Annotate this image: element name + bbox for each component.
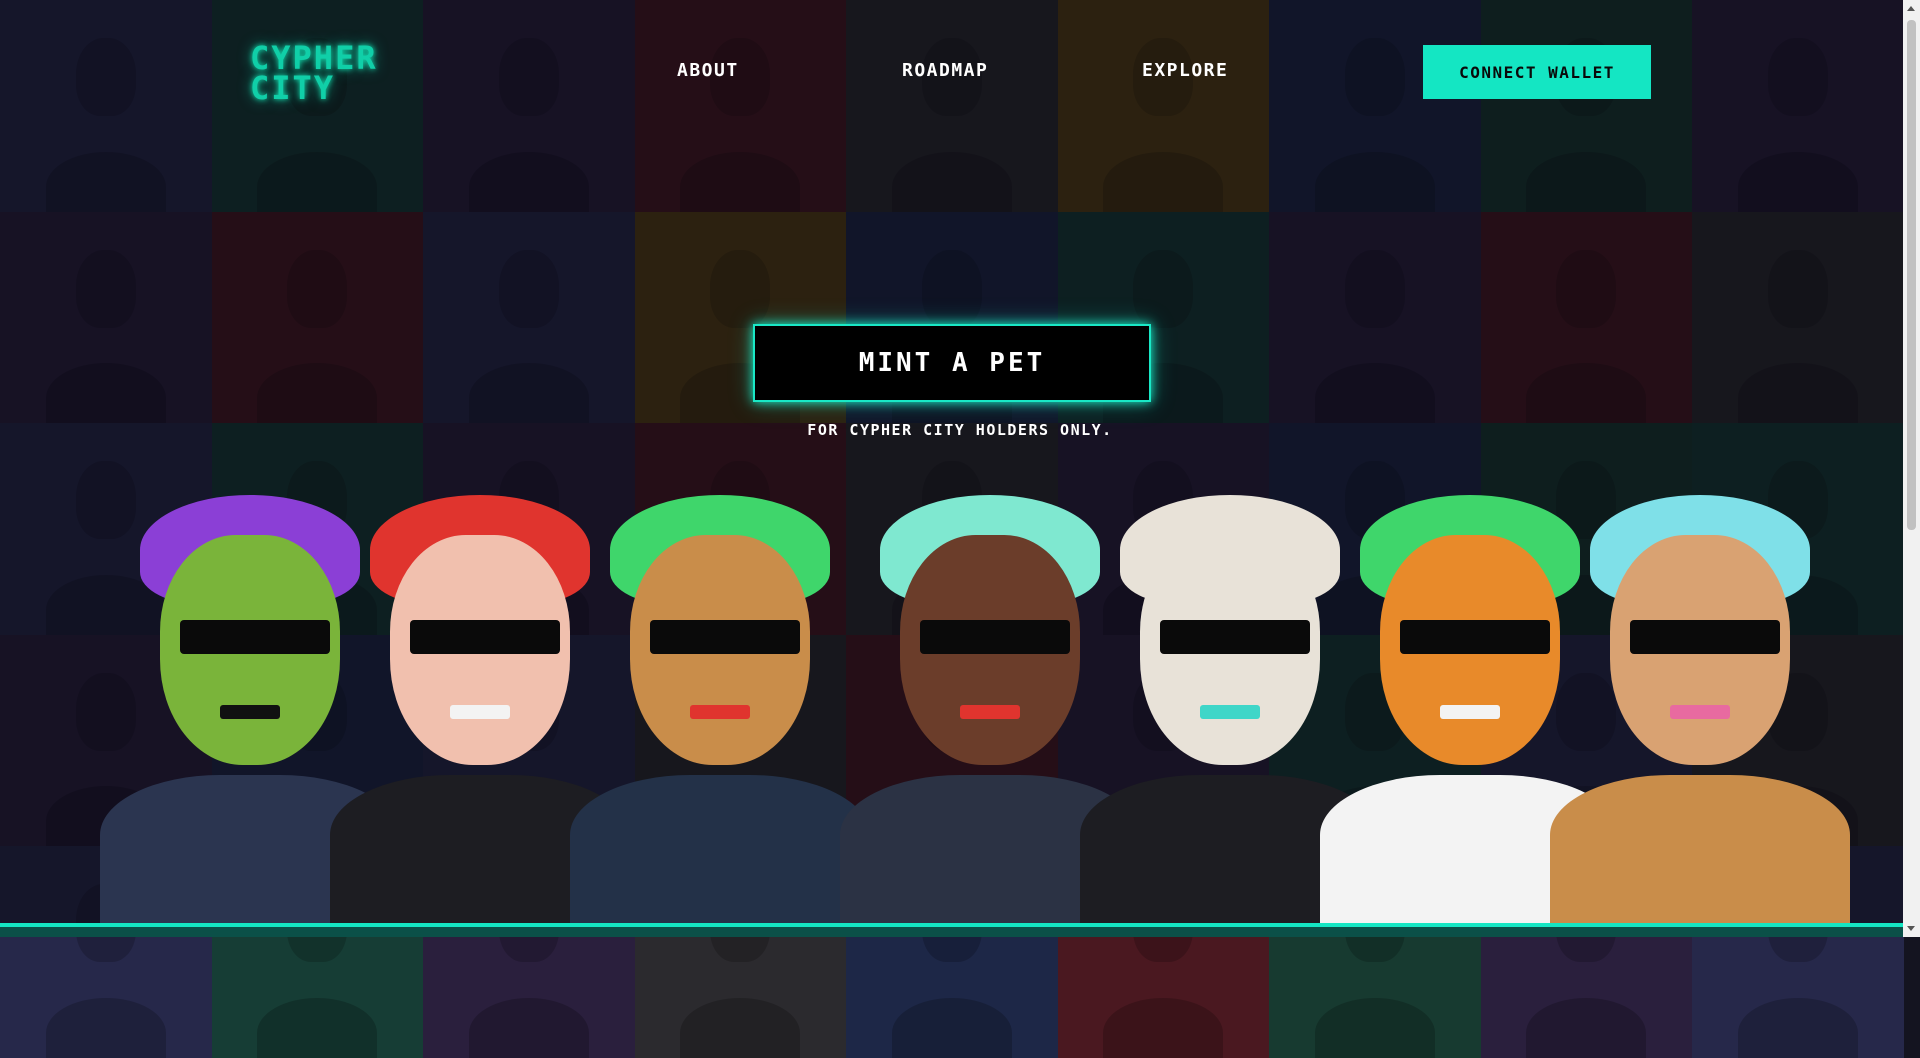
- character-avatar: [1550, 405, 1850, 925]
- nav-roadmap[interactable]: ROADMAP: [902, 60, 988, 81]
- nav-explore[interactable]: EXPLORE: [1142, 60, 1228, 81]
- scroll-thumb[interactable]: [1907, 20, 1916, 530]
- characters-lineup: [0, 400, 1920, 925]
- cypher-city-logo[interactable]: CYPHER CITY: [250, 42, 410, 104]
- scrollbar[interactable]: [1903, 0, 1920, 937]
- mint-a-pet-button[interactable]: MINT A PET: [753, 324, 1151, 402]
- character-avatar: [570, 405, 870, 925]
- holders-only-note: FOR CYPHER CITY HOLDERS ONLY.: [807, 421, 1113, 439]
- connect-wallet-button[interactable]: CONNECT WALLET: [1423, 45, 1651, 99]
- scroll-up-icon[interactable]: [1907, 6, 1915, 11]
- nav-about[interactable]: ABOUT: [677, 60, 739, 81]
- scroll-down-icon[interactable]: [1907, 926, 1915, 931]
- bottom-accent-bar: [0, 923, 1920, 937]
